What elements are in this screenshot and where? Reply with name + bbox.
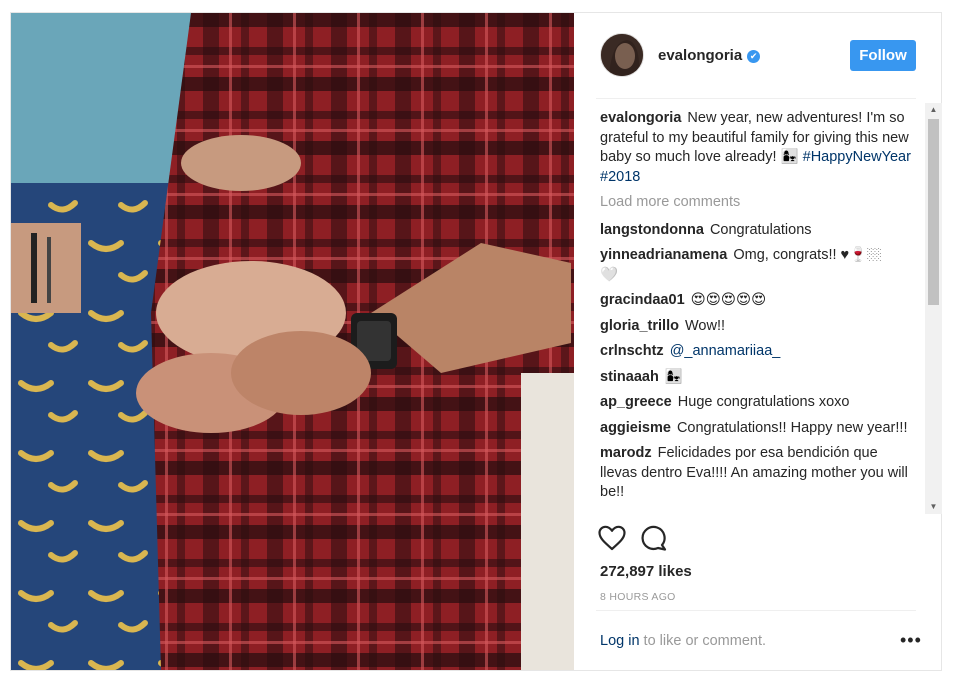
caption: evalongoria New year, new adventures! I'… — [600, 109, 912, 187]
scrollbar-thumb[interactable] — [928, 119, 939, 305]
action-bar — [598, 525, 798, 555]
login-prompt-text: to like or comment. — [639, 633, 767, 649]
avatar-image — [601, 34, 643, 76]
more-options-icon[interactable]: ••• — [900, 630, 922, 651]
comment-username[interactable]: aggieisme — [600, 420, 671, 436]
heart-icon[interactable] — [598, 525, 626, 551]
comment-item: marodz Felicidades por esa bendición que… — [600, 444, 912, 503]
footer-divider — [596, 610, 916, 611]
comment-text: Huge congratulations xoxo — [677, 394, 850, 410]
comment-item: aggieisme Congratulations!! Happy new ye… — [600, 419, 912, 439]
comment-item: stinaaah 👩‍👧 — [600, 368, 912, 388]
post-sidebar: evalongoria ✔ Follow evalongoria New year… — [574, 13, 942, 670]
comment-username[interactable]: stinaaah — [600, 369, 659, 385]
scroll-down-arrow-icon[interactable]: ▼ — [925, 500, 942, 514]
post-header: evalongoria ✔ Follow — [574, 13, 941, 99]
header-divider — [596, 98, 916, 99]
comment-item: yinneadrianamena Omg, congrats!! ♥🍷🏼 🤍 — [600, 246, 912, 285]
username-text[interactable]: evalongoria — [658, 47, 742, 64]
comment-text: Wow!! — [685, 317, 726, 334]
comment-username[interactable]: marodz — [600, 445, 652, 461]
comment-item: gracindaa01 😍😍😍😍😍 — [600, 291, 912, 311]
post-photo-image — [11, 13, 574, 670]
follow-button[interactable]: Follow — [850, 40, 916, 71]
comment-item: crlnschtz @_annamariiaa_ — [600, 342, 912, 362]
comment-text: 👩‍👧 — [664, 368, 683, 385]
comment-icon[interactable] — [640, 525, 668, 551]
comment-username[interactable]: gloria_trillo — [600, 318, 679, 334]
comment-text: Congratulations!! Happy new year!!! — [676, 419, 908, 436]
comment-text: 😍😍😍😍😍 — [690, 292, 767, 308]
comment-mention[interactable]: @_annamariiaa_ — [670, 343, 781, 359]
comments-list[interactable]: evalongoria New year, new adventures! I'… — [596, 109, 926, 514]
load-more-comments[interactable]: Load more comments — [600, 193, 912, 213]
verified-icon: ✔ — [747, 50, 761, 63]
timestamp[interactable]: 8 HOURS AGO — [600, 591, 676, 603]
comment-username[interactable]: ap_greece — [600, 394, 672, 410]
comments-scrollbar[interactable]: ▲ ▼ — [925, 103, 942, 514]
likes-count[interactable]: 272,897 likes — [600, 563, 692, 580]
instagram-post: evalongoria ✔ Follow evalongoria New year… — [10, 12, 942, 671]
comment-username[interactable]: yinneadrianamena — [600, 247, 727, 263]
comment-username[interactable]: crlnschtz — [600, 343, 664, 359]
caption-username[interactable]: evalongoria — [600, 110, 681, 126]
comment-item: gloria_trillo Wow!! — [600, 317, 912, 337]
scroll-up-arrow-icon[interactable]: ▲ — [925, 103, 942, 117]
login-link[interactable]: Log in — [600, 633, 640, 649]
comment-username[interactable]: gracindaa01 — [600, 292, 685, 308]
post-photo[interactable] — [11, 13, 574, 670]
comment-username[interactable]: langstondonna — [600, 222, 704, 238]
comment-item: ap_greece Huge congratulations xoxo — [600, 393, 912, 413]
login-prompt: Log in to like or comment. — [600, 633, 766, 649]
avatar[interactable] — [600, 33, 644, 77]
username[interactable]: evalongoria ✔ — [658, 47, 761, 64]
comment-item: langstondonna Congratulations — [600, 221, 912, 241]
comment-text: Congratulations — [709, 221, 812, 238]
